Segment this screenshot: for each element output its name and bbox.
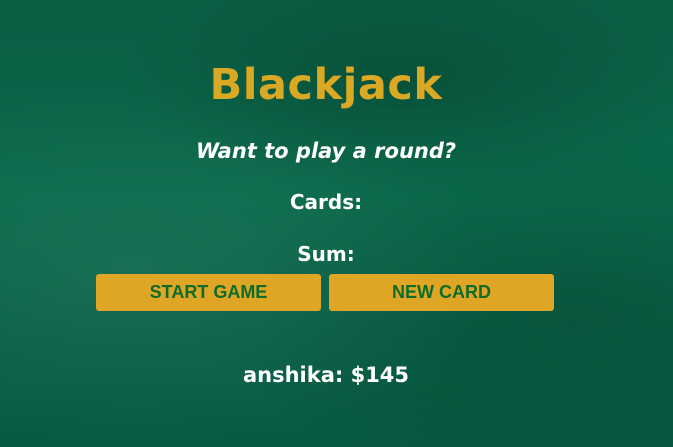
cards-label: Cards: (289, 190, 363, 214)
player-balance: anshika: $145 (242, 363, 410, 387)
game-title: Blackjack (209, 59, 443, 110)
cards-line: Cards: (0, 189, 652, 215)
start-game-button[interactable]: START GAME (96, 274, 321, 311)
game-message: Want to play a round? (195, 139, 457, 163)
sum-label: Sum: (297, 242, 355, 266)
new-card-button[interactable]: NEW CARD (329, 274, 554, 311)
sum-line: Sum: (0, 241, 652, 267)
